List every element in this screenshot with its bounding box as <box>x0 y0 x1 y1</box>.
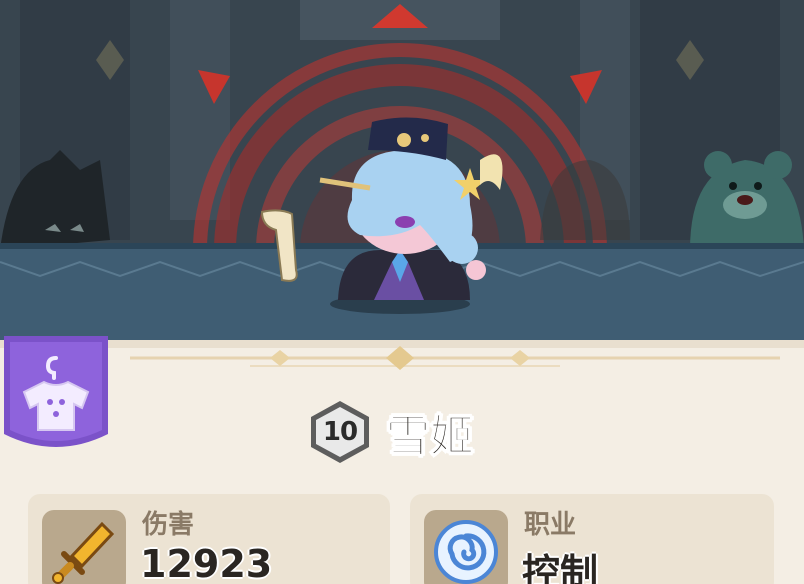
level-badge: 10 <box>308 399 372 465</box>
hero-name: 雪姬 <box>386 411 475 463</box>
scene-art <box>0 0 804 348</box>
damage-label: 伤害 <box>142 510 195 540</box>
role-value: 控制 <box>522 551 599 584</box>
damage-value: 12923 <box>140 542 273 584</box>
damage-stat-card: 伤害 12923 <box>28 494 390 584</box>
hero-title-row: 10 雪姬 <box>308 398 475 466</box>
swirl-icon <box>434 520 498 584</box>
ornament-trim <box>0 340 804 370</box>
role-label: 职业 <box>524 510 577 540</box>
role-stat-card: 职业 控制 <box>410 494 774 584</box>
wardrobe-button[interactable] <box>0 336 112 464</box>
damage-icon-box <box>42 510 126 584</box>
hero-level: 10 <box>322 417 358 447</box>
role-icon-box <box>424 510 508 584</box>
teal-bear-creature <box>690 151 804 250</box>
battle-scene <box>0 0 804 348</box>
sword-icon <box>52 521 115 584</box>
shirt-hanger-icon <box>4 336 108 447</box>
